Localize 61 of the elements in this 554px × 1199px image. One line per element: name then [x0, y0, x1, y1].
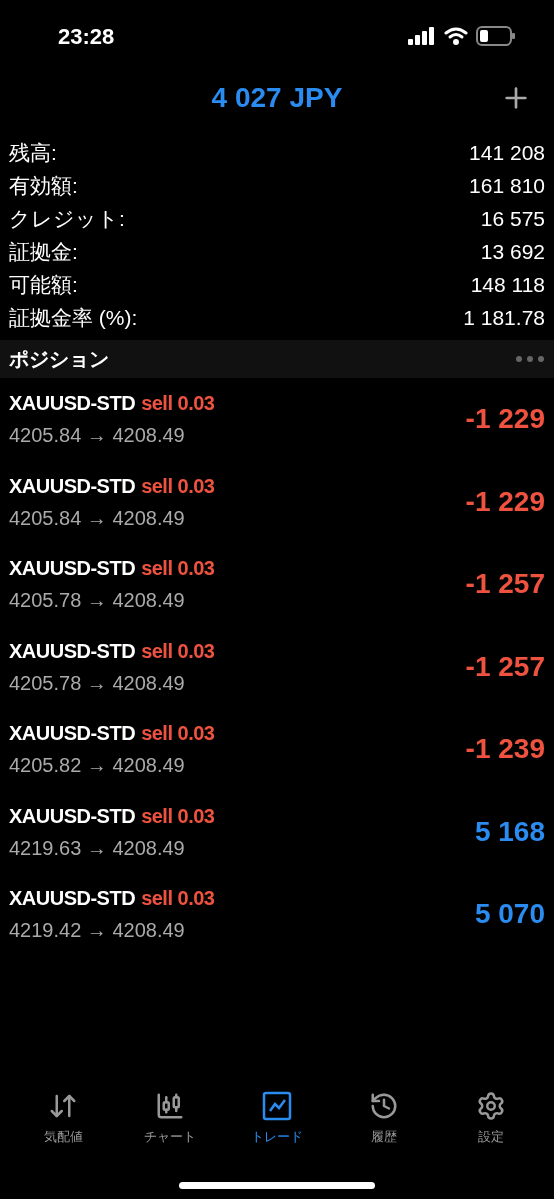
position-prices: 4205.78 → 4208.49 [9, 670, 186, 696]
summary-value: 141 208 [469, 139, 545, 166]
tab-item[interactable]: 気配値 [18, 1090, 109, 1146]
position-row[interactable]: XAUUSD-STD sell 0.03 4205.78 → 4208.49 -1 257 [0, 625, 554, 708]
position-prices: 4219.63 → 4208.49 [9, 835, 186, 861]
balance-title: 4 027 JPY [211, 81, 343, 115]
summary-label: 残高: [9, 139, 57, 166]
summary-value: 13 692 [480, 238, 545, 265]
position-prices: 4219.42 → 4208.49 [9, 918, 186, 944]
position-profit: -1 257 [465, 649, 545, 684]
summary-value: 1 181.78 [463, 304, 545, 331]
summary-label: 可能額: [9, 271, 78, 298]
position-side: sell 0.03 [141, 886, 215, 912]
status-time: 23:28 [58, 22, 115, 51]
position-side: sell 0.03 [141, 556, 215, 582]
position-symbol: XAUUSD-STD [9, 556, 136, 582]
position-side: sell 0.03 [141, 473, 215, 499]
position-side: sell 0.03 [141, 721, 215, 747]
position-profit: 5 168 [474, 814, 545, 849]
tab-item[interactable]: チャート [125, 1090, 216, 1146]
position-profit: -1 257 [465, 567, 545, 602]
summary-label: クレジット: [9, 205, 125, 232]
position-row[interactable]: XAUUSD-STD sell 0.03 4219.42 → 4208.49 5 070 [0, 873, 554, 956]
position-symbol: XAUUSD-STD [9, 473, 136, 499]
summary-value: 16 575 [480, 205, 545, 232]
section-title: ポジション [9, 347, 109, 372]
position-prices: 4205.82 → 4208.49 [9, 753, 186, 779]
wifi-icon [444, 27, 468, 45]
position-profit: -1 239 [465, 732, 545, 767]
position-side: sell 0.03 [141, 391, 215, 417]
position-row[interactable]: XAUUSD-STD sell 0.03 4219.63 → 4208.49 5 168 [0, 790, 554, 873]
summary-value: 161 810 [469, 172, 545, 199]
position-profit: -1 229 [465, 402, 545, 437]
tab-item[interactable]: トレード [232, 1090, 322, 1146]
battery-icon [476, 26, 516, 46]
position-symbol: XAUUSD-STD [9, 803, 136, 829]
summary-label: 証拠金率 (%): [9, 304, 138, 331]
summary-label: 有効額: [9, 172, 78, 199]
position-profit: 5 070 [474, 897, 545, 932]
position-side: sell 0.03 [141, 638, 215, 664]
tab-item[interactable]: 設定 [445, 1090, 536, 1146]
more-icon[interactable] [515, 355, 545, 363]
position-symbol: XAUUSD-STD [9, 721, 136, 747]
summary-value: 148 118 [470, 271, 545, 298]
position-symbol: XAUUSD-STD [9, 638, 136, 664]
position-profit: -1 229 [465, 484, 545, 519]
signal-icon [408, 27, 436, 45]
position-row[interactable]: XAUUSD-STD sell 0.03 4205.84 → 4208.49 -1 229 [0, 378, 554, 461]
position-prices: 4205.84 → 4208.49 [9, 423, 186, 449]
tab-item[interactable]: 履歴 [338, 1090, 429, 1146]
summary-label: 証拠金: [9, 238, 78, 265]
position-row[interactable]: XAUUSD-STD sell 0.03 4205.78 → 4208.49 -1 257 [0, 543, 554, 626]
position-side: sell 0.03 [141, 803, 215, 829]
settings-icon [475, 1090, 506, 1121]
position-symbol: XAUUSD-STD [9, 886, 136, 912]
position-prices: 4205.78 → 4208.49 [9, 588, 186, 614]
position-row[interactable]: XAUUSD-STD sell 0.03 4205.84 → 4208.49 -1 229 [0, 460, 554, 543]
position-symbol: XAUUSD-STD [9, 391, 136, 417]
position-row[interactable]: XAUUSD-STD sell 0.03 4205.82 → 4208.49 -1 239 [0, 708, 554, 791]
position-prices: 4205.84 → 4208.49 [9, 505, 186, 531]
line-chart-icon [262, 1090, 292, 1121]
